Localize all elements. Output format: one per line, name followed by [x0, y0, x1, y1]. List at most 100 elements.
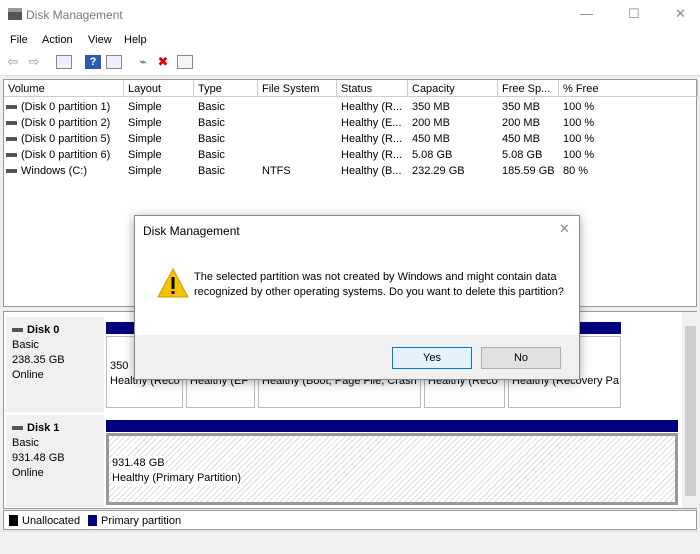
cell-text: Healthy (R... — [341, 101, 403, 113]
cell-type: Basic — [198, 165, 258, 181]
disk-size: 238.35 GB — [12, 354, 65, 366]
cell-text: (Disk 0 partition 1) — [21, 101, 111, 113]
table-row[interactable]: (Disk 0 partition 6) Simple Basic Healthy (… — [4, 147, 696, 163]
cell-text: Basic — [198, 133, 225, 145]
cell-text: Windows (C:) — [21, 165, 88, 177]
warning-icon — [157, 268, 189, 298]
column-header[interactable]: % Free — [559, 80, 698, 97]
disk-name: Disk 1 — [27, 422, 60, 434]
cell-status: Healthy (B... — [341, 165, 408, 181]
disk-1-label[interactable]: Disk 1 Basic 931.48 GB Online — [6, 415, 104, 507]
volume-icon — [6, 105, 17, 110]
cell-text: Basic — [198, 149, 225, 161]
table-row[interactable]: Windows (C:) Simple Basic NTFS Healthy (B...… — [4, 163, 696, 179]
disk-status: Online — [12, 369, 44, 381]
settings-icon[interactable] — [177, 55, 193, 69]
cell-text: 450 MB — [502, 133, 540, 145]
menu-view[interactable]: View — [88, 34, 112, 46]
maximize-button[interactable]: ☐ — [628, 6, 640, 22]
disk-size: 931.48 GB — [12, 452, 65, 464]
dialog-close-button[interactable]: ✕ — [559, 221, 570, 237]
menu-bar: File Action View Help — [0, 30, 700, 50]
cell-text: Basic — [198, 101, 225, 113]
cell--free: 80 % — [563, 165, 698, 181]
partition-size: 931.48 GB — [112, 456, 165, 471]
cell-text: Healthy (B... — [341, 165, 402, 177]
disk-0-label[interactable]: Disk 0 Basic 238.35 GB Online — [6, 317, 104, 412]
cell-text: (Disk 0 partition 5) — [21, 133, 111, 145]
cell-text: 200 MB — [502, 117, 540, 129]
menu-action[interactable]: Action — [42, 34, 73, 46]
legend: Unallocated Primary partition — [3, 510, 697, 530]
menu-help[interactable]: Help — [124, 34, 147, 46]
cell-text: (Disk 0 partition 6) — [21, 149, 111, 161]
cell-text: 450 MB — [412, 133, 450, 145]
primary-partition-swatch — [88, 515, 97, 526]
cell-capacity: 232.29 GB — [412, 165, 498, 181]
cell-text: (Disk 0 partition 2) — [21, 117, 111, 129]
cell-text: 100 % — [563, 101, 595, 113]
legend-unallocated: Unallocated — [22, 515, 81, 527]
scrollbar-thumb[interactable] — [685, 326, 696, 496]
unallocated-swatch — [9, 515, 18, 526]
minimize-button[interactable]: — — [580, 6, 593, 21]
cell-text: NTFS — [262, 165, 291, 177]
column-header[interactable]: Status — [337, 80, 408, 97]
cell-text: 100 % — [563, 133, 595, 145]
disk-management-app-icon — [8, 8, 22, 20]
partition-bar — [106, 420, 678, 432]
cell-text: Healthy (R... — [341, 133, 403, 145]
column-header[interactable]: File System — [258, 80, 337, 97]
table-row[interactable]: (Disk 0 partition 1) Simple Basic Healthy (… — [4, 99, 696, 115]
vertical-scrollbar[interactable] — [682, 312, 697, 508]
cell-text: 232.29 GB — [412, 165, 465, 177]
properties-icon[interactable] — [106, 55, 122, 69]
table-row[interactable]: (Disk 0 partition 2) Simple Basic Healthy (… — [4, 115, 696, 131]
volume-icon — [6, 137, 17, 142]
column-header[interactable]: Layout — [124, 80, 194, 97]
back-icon[interactable]: ⇦ — [5, 55, 21, 69]
cell-text: 5.08 GB — [412, 149, 453, 161]
cell-volume: Windows (C:) — [6, 165, 122, 181]
disk-status: Online — [12, 467, 44, 479]
cell-free-sp-: 185.59 GB — [502, 165, 559, 181]
volume-icon — [6, 169, 17, 174]
cell-text: 200 MB — [412, 117, 450, 129]
column-header[interactable]: Volume — [4, 80, 124, 97]
legend-primary-partition: Primary partition — [101, 515, 182, 527]
close-button[interactable]: ✕ — [675, 6, 686, 22]
cell-text: Simple — [128, 165, 162, 177]
toolbar: ⇦ ⇨ ? ⌁ ✖ — [0, 50, 700, 76]
confirm-delete-dialog: Disk Management ✕ The selected partition… — [134, 215, 580, 380]
window-title: Disk Management — [26, 8, 123, 22]
forward-icon[interactable]: ⇨ — [26, 55, 42, 69]
title-bar: Disk Management — ☐ ✕ — [0, 0, 700, 30]
yes-button[interactable]: Yes — [392, 347, 472, 369]
disk-icon — [12, 426, 23, 431]
delete-icon[interactable]: ✖ — [155, 55, 171, 69]
column-header[interactable]: Type — [194, 80, 258, 97]
cell-text: Healthy (R... — [341, 149, 403, 161]
cell-text: Basic — [198, 165, 225, 177]
cell-text: 80 % — [563, 165, 589, 177]
column-header[interactable]: Capacity — [408, 80, 498, 97]
partition-status: Healthy (Primary Partition) — [112, 471, 241, 486]
help-icon[interactable]: ? — [85, 55, 101, 69]
disk-1-partition[interactable]: 931.48 GB Healthy (Primary Partition) — [106, 433, 678, 505]
disk-type: Basic — [12, 437, 39, 449]
table-row[interactable]: (Disk 0 partition 5) Simple Basic Healthy (… — [4, 131, 696, 147]
cell-text: 100 % — [563, 117, 595, 129]
menu-file[interactable]: File — [10, 34, 28, 46]
cell-text: Simple — [128, 133, 162, 145]
console-tree-icon[interactable] — [56, 55, 72, 69]
dialog-message: The selected partition was not created b… — [194, 271, 564, 298]
cell-text: Healthy (E... — [341, 117, 402, 129]
cell-text: 100 % — [563, 149, 595, 161]
connect-icon[interactable]: ⌁ — [135, 55, 151, 69]
no-button[interactable]: No — [481, 347, 561, 369]
cell-layout: Simple — [128, 165, 194, 181]
volume-icon — [6, 121, 17, 126]
volume-icon — [6, 153, 17, 158]
cell-text: 350 MB — [502, 101, 540, 113]
column-header[interactable]: Free Sp... — [498, 80, 559, 97]
